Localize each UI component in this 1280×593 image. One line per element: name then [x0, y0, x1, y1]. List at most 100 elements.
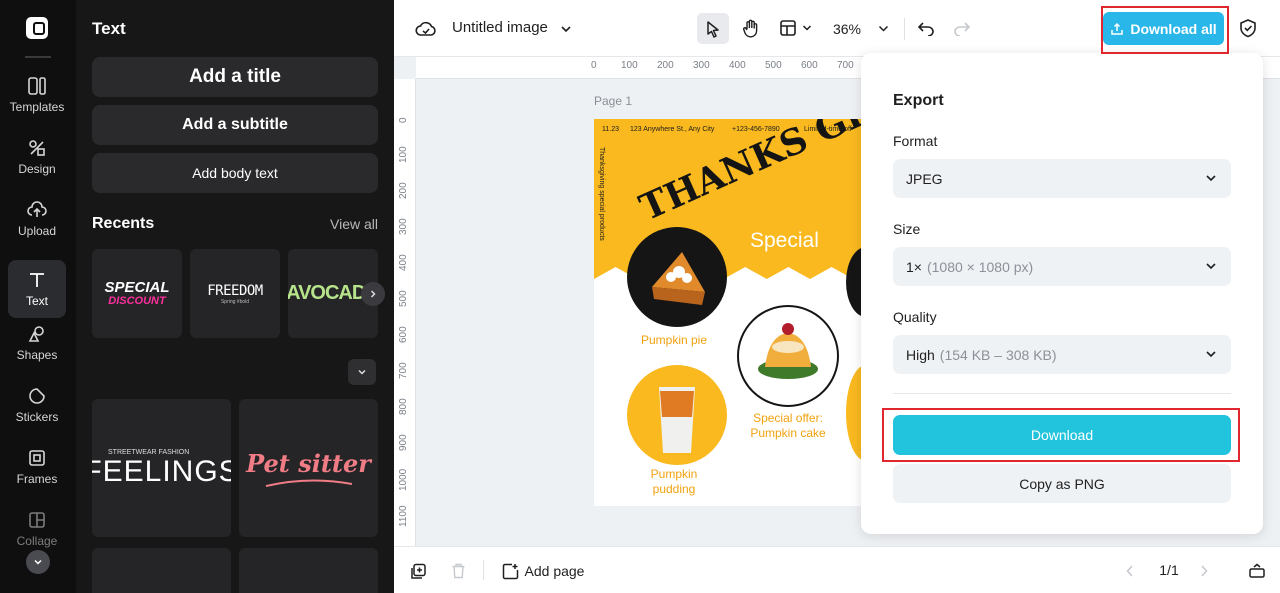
quality-select[interactable]: High (154 KB – 308 KB) [893, 335, 1231, 374]
chevron-down-icon [1206, 263, 1216, 270]
rail-item-label: Frames [16, 472, 58, 486]
duplicate-page-button[interactable] [408, 561, 428, 581]
app-logo-icon[interactable] [26, 17, 48, 39]
artwork-special: Special [750, 229, 819, 252]
item-caption: Special offer: [753, 411, 823, 425]
collage-icon [27, 510, 47, 530]
preset-text-pet-sitter[interactable]: Pet sitter [239, 399, 378, 537]
chevron-right-icon [370, 290, 376, 298]
add-body-text-button[interactable]: Add body text [92, 153, 378, 193]
ruler-tick-label: 1100 [398, 505, 409, 527]
ruler-tick-label: 200 [657, 60, 674, 71]
copy-as-png-button[interactable]: Copy as PNG [893, 464, 1231, 503]
layout-icon[interactable] [778, 17, 798, 39]
add-page-button[interactable]: Add page [500, 560, 586, 582]
preset-text-line: Pet sitter [246, 448, 371, 478]
preset-text-feelings[interactable]: STREETWEAR FASHION FEELINGS [92, 399, 231, 537]
ruler-tick-label: 0 [591, 60, 597, 71]
ruler-tick-label: 500 [398, 290, 409, 307]
recent-text-line: DISCOUNT [108, 294, 166, 307]
cloud-save-icon[interactable] [414, 17, 438, 41]
rail-item-stickers[interactable]: Stickers [8, 376, 66, 434]
chevron-down-icon [34, 559, 42, 565]
format-label: Format [893, 133, 938, 149]
panel-title: Text [92, 19, 126, 38]
preset-tile[interactable] [239, 548, 378, 593]
zoom-level[interactable]: 36% [830, 19, 864, 39]
shapes-icon [27, 324, 47, 344]
text-icon [27, 270, 47, 290]
ruler-tick-label: 300 [693, 60, 710, 71]
download-all-button[interactable]: Download all [1103, 12, 1224, 45]
chevron-down-icon[interactable] [876, 21, 890, 35]
templates-icon [27, 76, 47, 96]
download-button[interactable]: Download [893, 415, 1231, 455]
rail-item-upload[interactable]: Upload [8, 190, 66, 248]
undo-button[interactable] [915, 17, 937, 39]
artboard[interactable]: 11.23 123 Anywhere St., Any City +123-45… [594, 119, 864, 506]
document-title[interactable]: Untitled image [452, 19, 548, 36]
view-all-link[interactable]: View all [330, 216, 378, 232]
pumpkin-cake-image [737, 305, 839, 407]
chevron-down-icon [1206, 175, 1216, 182]
recent-text-special-discount[interactable]: SPECIAL DISCOUNT [92, 249, 182, 338]
add-subtitle-button[interactable]: Add a subtitle [92, 105, 378, 145]
preset-tile[interactable] [92, 548, 231, 593]
rail-item-label: Text [25, 294, 48, 308]
rail-item-design[interactable]: Design [8, 128, 66, 186]
rail-item-templates[interactable]: Templates [8, 66, 66, 124]
rail-more-button[interactable] [26, 550, 50, 574]
export-panel: Export Format JPEG Size 1× (1080 × 1080 … [861, 53, 1263, 534]
recents-next-button[interactable] [361, 282, 385, 306]
quality-detail: (154 KB – 308 KB) [939, 346, 1057, 363]
add-page-icon [502, 563, 518, 579]
chevron-down-icon[interactable] [558, 21, 574, 37]
format-select[interactable]: JPEG [893, 159, 1231, 198]
redo-button[interactable] [951, 17, 973, 39]
design-icon [27, 138, 47, 158]
ruler-tick-label: 400 [398, 254, 409, 271]
ruler-tick-label: 600 [801, 60, 818, 71]
artwork-side-text: Thanksgiving special products [598, 147, 605, 241]
pumpkin-pudding-image [627, 365, 727, 465]
item-caption: Pumpkin pie [640, 333, 708, 347]
item-caption: Pumpkin cake [750, 426, 826, 440]
rail-item-frames[interactable]: Frames [8, 438, 66, 496]
expand-presets-button[interactable] [348, 359, 376, 385]
ruler-tick-label: 400 [729, 60, 746, 71]
add-title-button[interactable]: Add a title [92, 57, 378, 97]
hand-tool-button[interactable] [736, 13, 766, 44]
frames-icon [27, 448, 47, 468]
artwork-date: 11.23 [602, 126, 619, 133]
rail-item-label: Collage [16, 534, 58, 548]
format-value: JPEG [906, 170, 943, 187]
select-tool-button[interactable] [697, 13, 729, 44]
top-toolbar: Untitled image 36% Download all [394, 0, 1280, 57]
ruler-tick-label: 300 [398, 218, 409, 235]
size-select[interactable]: 1× (1080 × 1080 px) [893, 247, 1231, 286]
ruler-tick-label: 0 [398, 117, 409, 123]
previous-page-button[interactable] [1120, 561, 1140, 581]
rail-item-text[interactable]: Text [8, 260, 66, 318]
chevron-right-icon [1201, 565, 1208, 577]
page-panel-button[interactable] [1246, 560, 1268, 582]
quality-value: High [906, 346, 935, 363]
page-counter: 1/1 [1159, 562, 1179, 578]
pumpkin-pie-image [627, 227, 727, 327]
redo-icon [954, 22, 971, 36]
delete-page-button[interactable] [448, 561, 468, 581]
shield-check-icon[interactable] [1237, 17, 1259, 39]
next-page-button[interactable] [1194, 561, 1214, 581]
size-value: 1× [906, 258, 922, 275]
text-panel: Text Add a title Add a subtitle Add body… [76, 0, 394, 593]
download-all-label: Download all [1130, 20, 1217, 37]
chevron-down-icon[interactable] [800, 21, 814, 35]
recent-text-line: Spring #bold [220, 298, 250, 305]
artwork-address: 123 Anywhere St., Any City [630, 126, 715, 133]
rail-divider [25, 56, 51, 58]
recent-text-freedom[interactable]: FREEDOM Spring #bold [190, 249, 280, 338]
hand-icon [743, 19, 758, 38]
rail-item-shapes[interactable]: Shapes [8, 314, 66, 372]
recent-text-line: FREEDOM [207, 282, 263, 299]
chevron-down-icon [358, 369, 366, 375]
